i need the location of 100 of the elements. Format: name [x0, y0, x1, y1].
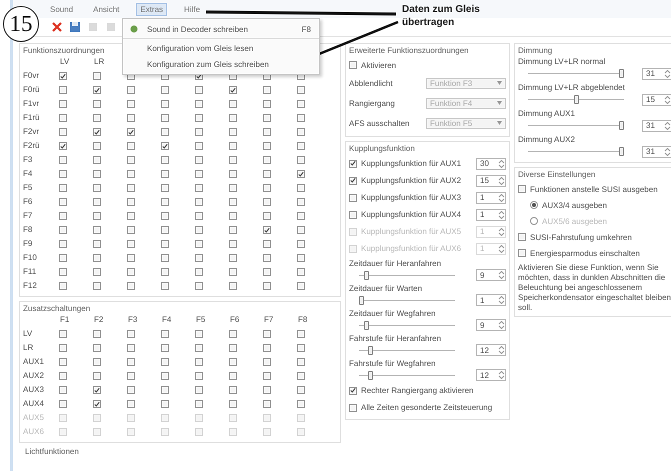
- checkbox[interactable]: [195, 358, 203, 366]
- checkbox[interactable]: [93, 198, 101, 206]
- checkbox[interactable]: [93, 386, 101, 394]
- checkbox[interactable]: [59, 358, 67, 366]
- checkbox[interactable]: [229, 400, 237, 408]
- checkbox[interactable]: [127, 100, 135, 108]
- checkbox[interactable]: [297, 254, 305, 262]
- checkbox[interactable]: [297, 226, 305, 234]
- spinner-icon[interactable]: [498, 345, 505, 355]
- checkbox[interactable]: [263, 156, 271, 164]
- checkbox[interactable]: [263, 358, 271, 366]
- checkbox[interactable]: [127, 400, 135, 408]
- checkbox[interactable]: [93, 142, 101, 150]
- spinner-icon[interactable]: [498, 226, 505, 236]
- checkbox[interactable]: [127, 156, 135, 164]
- checkbox[interactable]: [297, 330, 305, 338]
- checkbox[interactable]: [195, 372, 203, 380]
- checkbox[interactable]: [518, 249, 526, 257]
- checkbox[interactable]: [195, 386, 203, 394]
- checkbox[interactable]: [59, 400, 67, 408]
- checkbox[interactable]: [297, 372, 305, 380]
- checkbox[interactable]: [195, 128, 203, 136]
- checkbox[interactable]: [518, 233, 526, 241]
- checkbox[interactable]: [195, 86, 203, 94]
- checkbox[interactable]: [161, 212, 169, 220]
- checkbox[interactable]: [59, 344, 67, 352]
- checkbox[interactable]: [195, 240, 203, 248]
- spinner-icon[interactable]: [664, 94, 671, 104]
- slider-thumb[interactable]: [364, 270, 369, 280]
- checkbox[interactable]: [297, 198, 305, 206]
- checkbox[interactable]: [229, 254, 237, 262]
- checkbox[interactable]: [263, 268, 271, 276]
- checkbox[interactable]: [229, 198, 237, 206]
- checkbox[interactable]: [59, 100, 67, 108]
- slider-thumb[interactable]: [368, 346, 374, 354]
- spinner-icon[interactable]: [498, 176, 505, 186]
- checkbox[interactable]: [161, 282, 169, 290]
- checkbox[interactable]: [229, 156, 237, 164]
- checkbox[interactable]: [127, 128, 135, 136]
- checkbox[interactable]: [297, 282, 305, 290]
- checkbox[interactable]: [195, 330, 203, 338]
- checkbox[interactable]: [93, 330, 101, 338]
- number-field[interactable]: 31: [642, 146, 671, 158]
- checkbox[interactable]: [59, 198, 67, 206]
- checkbox[interactable]: [93, 268, 101, 276]
- checkbox[interactable]: [229, 226, 237, 234]
- checkbox[interactable]: [263, 226, 271, 234]
- checkbox[interactable]: [59, 268, 67, 276]
- menu-item[interactable]: Hilfe: [181, 4, 204, 14]
- spinner-icon[interactable]: [664, 146, 671, 156]
- checkbox[interactable]: [127, 226, 135, 234]
- checkbox[interactable]: [229, 212, 237, 220]
- number-field[interactable]: 12: [476, 344, 506, 356]
- checkbox[interactable]: [263, 86, 271, 94]
- checkbox[interactable]: [59, 386, 67, 394]
- checkbox[interactable]: [59, 72, 67, 80]
- spinner-icon[interactable]: [664, 68, 671, 78]
- checkbox[interactable]: [59, 128, 67, 136]
- checkbox[interactable]: [93, 86, 101, 94]
- checkbox[interactable]: [263, 400, 271, 408]
- number-field[interactable]: 9: [476, 269, 506, 281]
- checkbox[interactable]: [195, 170, 203, 178]
- checkbox[interactable]: [161, 330, 169, 338]
- checkbox[interactable]: [195, 212, 203, 220]
- checkbox[interactable]: [263, 100, 271, 108]
- checkbox[interactable]: [161, 142, 169, 150]
- checkbox[interactable]: [195, 282, 203, 290]
- checkbox[interactable]: [161, 344, 169, 352]
- checkbox[interactable]: [161, 128, 169, 136]
- checkbox[interactable]: [127, 198, 135, 206]
- checkbox[interactable]: [93, 156, 101, 164]
- checkbox[interactable]: [59, 372, 67, 380]
- slider-thumb[interactable]: [619, 69, 624, 78]
- number-field[interactable]: 30: [476, 158, 506, 170]
- checkbox[interactable]: [127, 142, 135, 150]
- checkbox[interactable]: [349, 160, 357, 168]
- checkbox[interactable]: [195, 400, 203, 408]
- checkbox[interactable]: [59, 114, 67, 122]
- slider[interactable]: [528, 95, 624, 104]
- checkbox[interactable]: [161, 268, 169, 276]
- checkbox[interactable]: [229, 184, 237, 192]
- checkbox[interactable]: [161, 226, 169, 234]
- checkbox[interactable]: [93, 114, 101, 122]
- spinner-icon[interactable]: [498, 295, 505, 305]
- checkbox[interactable]: [59, 170, 67, 178]
- slider[interactable]: [528, 69, 624, 78]
- spinner-icon[interactable]: [498, 192, 505, 202]
- checkbox[interactable]: [161, 240, 169, 248]
- checkbox[interactable]: [127, 358, 135, 366]
- checkbox[interactable]: [59, 282, 67, 290]
- menu-item[interactable]: Sound: [47, 4, 76, 14]
- checkbox[interactable]: [229, 386, 237, 394]
- checkbox[interactable]: [161, 170, 169, 178]
- spinner-icon[interactable]: [498, 244, 505, 254]
- checkbox[interactable]: [59, 156, 67, 164]
- checkbox[interactable]: [229, 240, 237, 248]
- checkbox[interactable]: [127, 240, 135, 248]
- checkbox[interactable]: [59, 330, 67, 338]
- checkbox[interactable]: [229, 128, 237, 136]
- checkbox[interactable]: [263, 282, 271, 290]
